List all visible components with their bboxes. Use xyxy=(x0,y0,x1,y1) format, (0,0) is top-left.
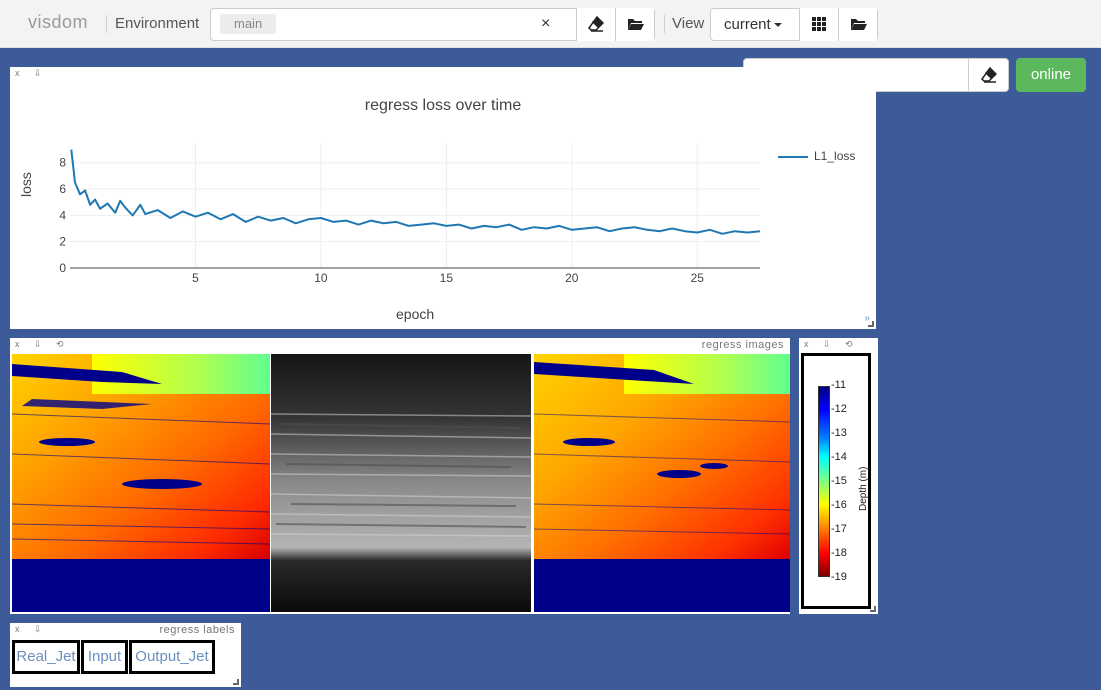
view-selector: current xyxy=(710,8,878,41)
caret-down-icon xyxy=(773,23,782,28)
colorbar-tick: -16 xyxy=(831,499,847,511)
x-tick-label: 20 xyxy=(565,271,579,285)
environment-label: Environment xyxy=(115,15,200,32)
folder-open-icon xyxy=(628,19,644,30)
colorbar-tick: -12 xyxy=(831,403,847,415)
resize-handle[interactable] xyxy=(233,679,239,685)
y-tick-label: 2 xyxy=(59,235,66,249)
view-label: View xyxy=(672,15,705,32)
y-tick-label: 0 xyxy=(59,261,66,275)
resize-handle[interactable] xyxy=(868,321,874,327)
env-tag-main[interactable]: main xyxy=(220,14,277,34)
y-tick-label: 8 xyxy=(59,156,66,170)
grid-icon xyxy=(812,17,826,31)
loss-plot[interactable]: 5 10 15 20 25 0 2 4 6 8 xyxy=(10,67,876,329)
manage-env-folder-button[interactable] xyxy=(615,8,654,41)
nav-divider xyxy=(664,15,665,33)
top-navbar: visdom Environment main × View current xyxy=(0,0,1101,48)
clear-filter-button[interactable] xyxy=(968,59,1008,91)
environment-selector[interactable]: main × xyxy=(210,8,655,41)
x-tick-label: 15 xyxy=(440,271,454,285)
x-tick-label: 10 xyxy=(314,271,328,285)
colorbar-tick: -11 xyxy=(831,379,847,391)
pane-window-controls[interactable]: x ⇩ ⟲ xyxy=(804,339,859,350)
series-line-L1_loss[interactable] xyxy=(70,149,761,235)
view-current-label: current xyxy=(724,16,771,33)
colorbar-gradient xyxy=(818,386,830,577)
colorbar-tick: -13 xyxy=(831,427,847,439)
eraser-icon xyxy=(981,67,997,83)
pane-window-controls[interactable]: x ⇩ ⟲ xyxy=(15,339,70,350)
view-dropdown[interactable]: current xyxy=(711,9,800,40)
nav-divider xyxy=(106,15,107,33)
loss-chart-pane: x ⇩ regress loss over time loss epoch L1… xyxy=(10,67,876,329)
labels-pane: x ⇩ regress labels Real_Jet Input Output… xyxy=(10,623,241,687)
y-tick-label: 6 xyxy=(59,182,66,196)
manage-views-folder-button[interactable] xyxy=(838,8,877,41)
folder-open-icon xyxy=(851,19,867,30)
colorbar-tick: -14 xyxy=(831,451,847,463)
eraser-icon xyxy=(588,16,604,32)
label-real-jet: Real_Jet xyxy=(12,640,80,674)
output-jet-image xyxy=(534,354,790,612)
colorbar-tick: -19 xyxy=(831,571,847,583)
colorbar-frame: -11 -12 -13 -14 -15 -16 -17 -18 -19 Dept… xyxy=(801,353,871,609)
clear-env-eraser-button[interactable] xyxy=(576,8,615,41)
pane-window-controls[interactable]: x ⇩ xyxy=(15,624,48,635)
colorbar-pane: x ⇩ ⟲ -11 -12 -13 -14 -15 -16 -17 -18 -1… xyxy=(799,338,878,614)
pane-title: regress images xyxy=(701,339,784,351)
pane-title: regress labels xyxy=(159,624,235,636)
label-output-jet: Output_Jet xyxy=(129,640,215,674)
input-sonar-image xyxy=(271,354,531,612)
colorbar-tick: -18 xyxy=(831,547,847,559)
colorbar-tick: -15 xyxy=(831,475,847,487)
real-jet-image xyxy=(12,354,270,612)
colorbar-tick: -17 xyxy=(831,523,847,535)
online-status-button[interactable]: online xyxy=(1016,58,1086,92)
x-tick-label: 25 xyxy=(691,271,705,285)
images-pane: x ⇩ ⟲ regress images xyxy=(10,338,790,614)
resize-handle[interactable] xyxy=(870,606,876,612)
x-tick-label: 5 xyxy=(192,271,199,285)
clear-environment-button[interactable]: × xyxy=(541,15,550,33)
repack-grid-button[interactable] xyxy=(799,8,838,41)
label-input: Input xyxy=(81,640,128,674)
colorbar-label: Depth (m) xyxy=(858,466,869,511)
brand-logo[interactable]: visdom xyxy=(28,12,88,33)
y-tick-label: 4 xyxy=(59,208,66,222)
